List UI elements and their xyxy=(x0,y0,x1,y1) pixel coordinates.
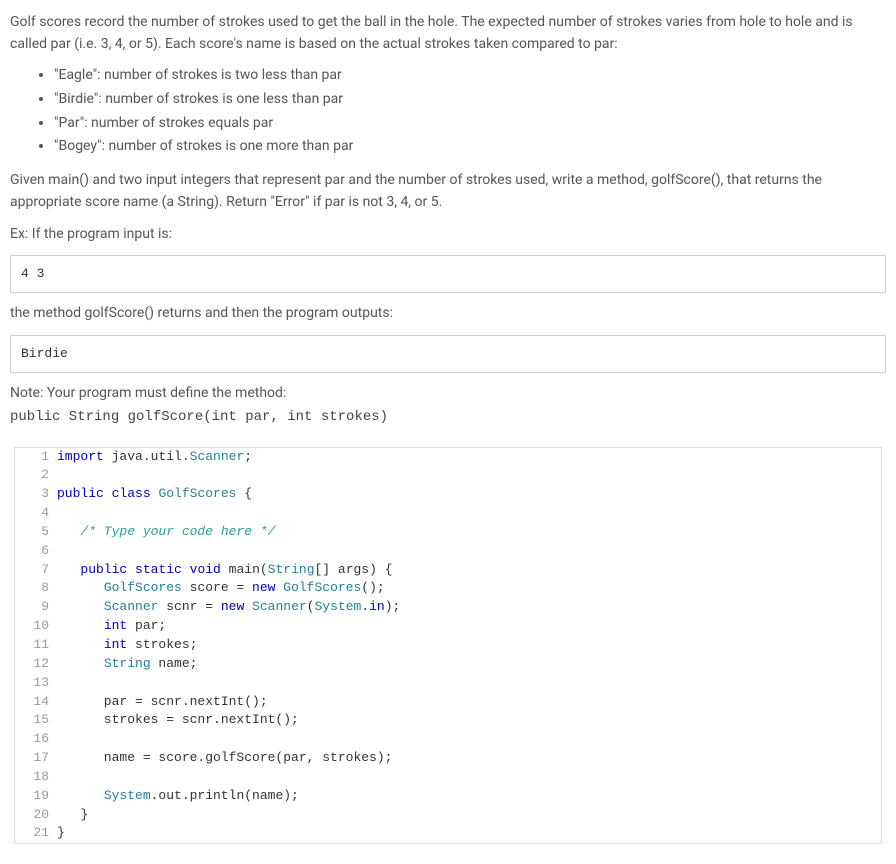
line-number: 5 xyxy=(15,523,57,542)
code-content: int par; xyxy=(57,617,881,636)
code-line: 17 name = score.golfScore(par, strokes); xyxy=(15,749,881,768)
line-number: 9 xyxy=(15,598,57,617)
line-number: 10 xyxy=(15,617,57,636)
line-number: 1 xyxy=(15,448,57,467)
line-number: 11 xyxy=(15,636,57,655)
code-line: 6 xyxy=(15,542,881,561)
line-number: 3 xyxy=(15,485,57,504)
code-content: Scanner scnr = new Scanner(System.in); xyxy=(57,598,881,617)
line-number: 13 xyxy=(15,674,57,693)
code-line: 9 Scanner scnr = new Scanner(System.in); xyxy=(15,598,881,617)
code-line: 20 } xyxy=(15,806,881,825)
code-content xyxy=(57,730,881,749)
code-content: /* Type your code here */ xyxy=(57,523,881,542)
def-par: "Par": number of strokes equals par xyxy=(54,113,886,135)
code-line: 14 par = scnr.nextInt(); xyxy=(15,693,881,712)
line-number: 21 xyxy=(15,824,57,843)
line-number: 18 xyxy=(15,768,57,787)
line-number: 20 xyxy=(15,806,57,825)
intro-paragraph-1: Golf scores record the number of strokes… xyxy=(10,12,886,55)
code-content: public static void main(String[] args) { xyxy=(57,561,881,580)
line-number: 6 xyxy=(15,542,57,561)
code-content xyxy=(57,504,881,523)
code-content: public class GolfScores { xyxy=(57,485,881,504)
code-line: 5 /* Type your code here */ xyxy=(15,523,881,542)
line-number: 12 xyxy=(15,655,57,674)
line-number: 16 xyxy=(15,730,57,749)
code-line: 3public class GolfScores { xyxy=(15,485,881,504)
code-line: 21} xyxy=(15,824,881,843)
line-number: 19 xyxy=(15,787,57,806)
example-input-block: 4 3 xyxy=(10,255,886,293)
line-number: 14 xyxy=(15,693,57,712)
code-content xyxy=(57,674,881,693)
code-content: GolfScores score = new GolfScores(); xyxy=(57,579,881,598)
code-line: 11 int strokes; xyxy=(15,636,881,655)
method-note: Note: Your program must define the metho… xyxy=(10,383,886,405)
line-number: 8 xyxy=(15,579,57,598)
code-content: import java.util.Scanner; xyxy=(57,448,881,467)
method-signature: public String golfScore(int par, int str… xyxy=(10,407,886,429)
code-line: 16 xyxy=(15,730,881,749)
code-line: 18 xyxy=(15,768,881,787)
line-number: 17 xyxy=(15,749,57,768)
code-line: 13 xyxy=(15,674,881,693)
task-paragraph: Given main() and two input integers that… xyxy=(10,170,886,213)
code-line: 1import java.util.Scanner; xyxy=(15,448,881,467)
code-content: name = score.golfScore(par, strokes); xyxy=(57,749,881,768)
code-line: 10 int par; xyxy=(15,617,881,636)
code-content xyxy=(57,768,881,787)
code-editor[interactable]: 1import java.util.Scanner;23public class… xyxy=(14,447,882,845)
code-content xyxy=(57,466,881,485)
example-output-label: the method golfScore() returns and then … xyxy=(10,303,886,325)
code-content: String name; xyxy=(57,655,881,674)
code-content: } xyxy=(57,824,881,843)
code-line: 7 public static void main(String[] args)… xyxy=(15,561,881,580)
code-line: 4 xyxy=(15,504,881,523)
example-output-block: Birdie xyxy=(10,335,886,373)
code-line: 8 GolfScores score = new GolfScores(); xyxy=(15,579,881,598)
def-bogey: "Bogey": number of strokes is one more t… xyxy=(54,136,886,158)
score-definitions-list: "Eagle": number of strokes is two less t… xyxy=(10,65,886,158)
code-content xyxy=(57,542,881,561)
code-content: int strokes; xyxy=(57,636,881,655)
line-number: 2 xyxy=(15,466,57,485)
line-number: 7 xyxy=(15,561,57,580)
line-number: 4 xyxy=(15,504,57,523)
code-content: } xyxy=(57,806,881,825)
line-number: 15 xyxy=(15,711,57,730)
example-input-label: Ex: If the program input is: xyxy=(10,224,886,246)
code-content: System.out.println(name); xyxy=(57,787,881,806)
code-line: 15 strokes = scnr.nextInt(); xyxy=(15,711,881,730)
def-birdie: "Birdie": number of strokes is one less … xyxy=(54,89,886,111)
code-line: 2 xyxy=(15,466,881,485)
code-content: par = scnr.nextInt(); xyxy=(57,693,881,712)
code-line: 19 System.out.println(name); xyxy=(15,787,881,806)
code-content: strokes = scnr.nextInt(); xyxy=(57,711,881,730)
def-eagle: "Eagle": number of strokes is two less t… xyxy=(54,65,886,87)
code-line: 12 String name; xyxy=(15,655,881,674)
